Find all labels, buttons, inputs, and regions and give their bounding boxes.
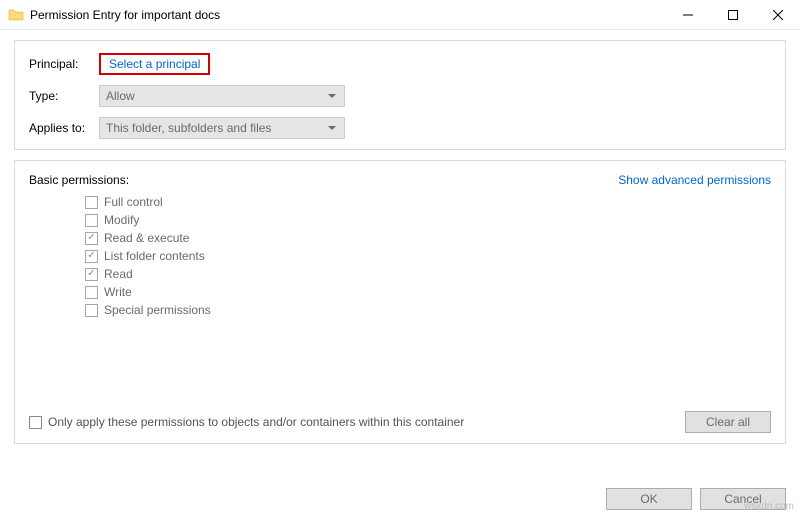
minimize-button[interactable] — [665, 0, 710, 30]
select-principal-link[interactable]: Select a principal — [99, 53, 210, 75]
show-advanced-permissions-link[interactable]: Show advanced permissions — [618, 173, 771, 187]
permission-item[interactable]: Read & execute — [85, 229, 771, 247]
type-label: Type: — [29, 89, 99, 103]
permission-label: Full control — [104, 195, 163, 209]
permission-checkbox[interactable] — [85, 286, 98, 299]
applies-to-label: Applies to: — [29, 121, 99, 135]
permission-checkbox[interactable] — [85, 304, 98, 317]
permission-item[interactable]: Read — [85, 265, 771, 283]
permission-label: Modify — [104, 213, 139, 227]
permission-checkbox[interactable] — [85, 196, 98, 209]
basic-permissions-heading: Basic permissions: — [29, 173, 129, 187]
maximize-button[interactable] — [710, 0, 755, 30]
permission-label: Read & execute — [104, 231, 189, 245]
ok-button[interactable]: OK — [606, 488, 692, 510]
permission-label: Read — [104, 267, 133, 281]
principal-panel: Principal: Select a principal Type: Allo… — [14, 40, 786, 150]
applies-to-value: This folder, subfolders and files — [106, 121, 271, 135]
type-select[interactable]: Allow — [99, 85, 345, 107]
folder-icon — [8, 7, 24, 23]
applies-to-select[interactable]: This folder, subfolders and files — [99, 117, 345, 139]
window-title: Permission Entry for important docs — [30, 8, 220, 22]
clear-all-button[interactable]: Clear all — [685, 411, 771, 433]
permission-item[interactable]: Full control — [85, 193, 771, 211]
titlebar: Permission Entry for important docs — [0, 0, 800, 30]
permission-checkbox[interactable] — [85, 232, 98, 245]
permission-checkbox[interactable] — [85, 268, 98, 281]
permission-checkbox[interactable] — [85, 214, 98, 227]
watermark: wsxdn.com — [744, 501, 794, 512]
only-apply-row[interactable]: Only apply these permissions to objects … — [29, 415, 464, 429]
permission-item[interactable]: Special permissions — [85, 301, 771, 319]
close-button[interactable] — [755, 0, 800, 30]
permissions-list: Full control Modify Read & execute List fol… — [85, 193, 771, 319]
only-apply-label: Only apply these permissions to objects … — [48, 415, 464, 429]
permission-item[interactable]: Write — [85, 283, 771, 301]
permission-checkbox[interactable] — [85, 250, 98, 263]
permission-label: List folder contents — [104, 249, 205, 263]
principal-label: Principal: — [29, 57, 99, 71]
permission-label: Special permissions — [104, 303, 211, 317]
permissions-panel: Basic permissions: Show advanced permiss… — [14, 160, 786, 444]
only-apply-checkbox[interactable] — [29, 416, 42, 429]
type-value: Allow — [106, 89, 135, 103]
permission-label: Write — [104, 285, 132, 299]
permission-item[interactable]: List folder contents — [85, 247, 771, 265]
permission-item[interactable]: Modify — [85, 211, 771, 229]
